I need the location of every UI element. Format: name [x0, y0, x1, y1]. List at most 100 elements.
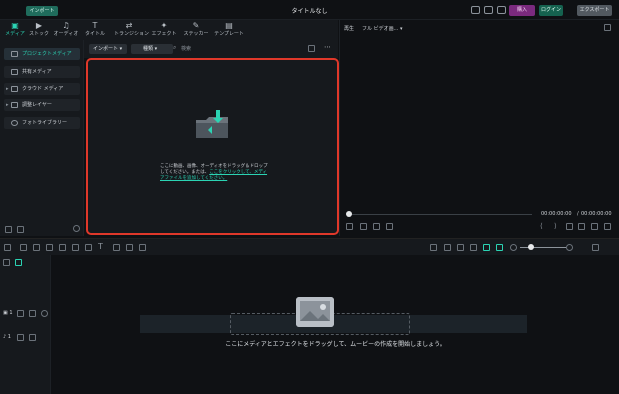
folder-icon — [11, 51, 18, 57]
video-track-label: ▣ 1 — [3, 310, 13, 316]
search-input[interactable]: 検索 — [181, 45, 191, 52]
image-placeholder-icon — [296, 297, 334, 327]
crop-icon[interactable] — [72, 244, 79, 251]
search-icon: ⌕ — [173, 44, 177, 51]
filter-dropdown[interactable]: 種類 ▾ — [131, 44, 173, 54]
zoom-slider-knob[interactable] — [528, 244, 534, 250]
folder-icon — [11, 86, 18, 92]
mark-in-icon[interactable]: ⟨ — [540, 222, 543, 230]
sidebar-item-shared-media[interactable]: 共有メディア — [4, 66, 80, 78]
grid-icon[interactable] — [497, 6, 506, 14]
mark-out-icon[interactable]: ⟩ — [554, 222, 557, 230]
layout-grid-icon[interactable] — [4, 244, 11, 251]
more-icon[interactable]: ⋯ — [324, 43, 331, 51]
filter-icon[interactable] — [308, 45, 315, 52]
tab-title[interactable]: T タイトル — [81, 20, 109, 40]
ripple-icon[interactable] — [496, 244, 503, 251]
audio-adjust-icon[interactable] — [139, 244, 146, 251]
tab-sticker[interactable]: ✎ ステッカー — [182, 20, 210, 40]
flower-icon — [11, 120, 18, 126]
timeline-toolbar: T — [0, 238, 619, 255]
record-icon[interactable] — [430, 244, 437, 251]
folder-icon[interactable] — [17, 226, 24, 233]
media-toolbar: ▣ メディア ▶ ストック ♫ オーディオ T タイトル ⇄ トランジション ✦… — [0, 20, 338, 40]
zoom-out-icon[interactable] — [510, 244, 517, 251]
playback-scrubber[interactable] — [348, 214, 532, 215]
sidebar-item-photo-library[interactable]: フォトライブラリー — [4, 117, 80, 129]
adjust-icon[interactable] — [113, 244, 120, 251]
folder-icon — [11, 69, 18, 75]
layout-icon[interactable] — [471, 6, 480, 14]
eye-icon[interactable] — [41, 310, 48, 317]
drop-instructions: ここに動画、画像、オーディオをドラッグ＆ドロップしてください。または、ここをクリ… — [160, 164, 268, 181]
purchase-button[interactable]: 購入 — [509, 5, 535, 16]
volume-icon[interactable] — [29, 334, 36, 341]
prev-frame-icon[interactable] — [346, 223, 353, 230]
preview-label: 再生 — [344, 26, 355, 32]
folder-icon — [11, 102, 18, 108]
color-icon[interactable] — [126, 244, 133, 251]
delete-icon[interactable] — [46, 244, 53, 251]
lock-icon[interactable] — [17, 334, 24, 341]
stock-icon: ▶ — [35, 21, 43, 30]
tab-template[interactable]: ▤ テンプレート — [214, 20, 244, 40]
title-bar: インポート タイトルなし 購入 ログイン エクスポート — [0, 0, 619, 20]
tab-stock[interactable]: ▶ ストック — [25, 20, 53, 40]
export-button[interactable]: エクスポート — [577, 5, 612, 16]
lock-icon[interactable] — [17, 310, 24, 317]
tab-transition[interactable]: ⇄ トランジション — [114, 20, 149, 40]
panel-layout-icon[interactable] — [592, 244, 599, 251]
sticker-icon: ✎ — [192, 21, 200, 30]
total-time: 00:00:00:00 — [581, 211, 612, 217]
stop-icon[interactable] — [373, 223, 380, 230]
media-header: インポート ▾ 種類 ▾ ⌕ 検索 ⋯ — [84, 40, 338, 58]
display-icon[interactable] — [566, 223, 573, 230]
audio-icon: ♫ — [62, 21, 70, 30]
preview-panel: 再生 フル ビデオ画... ▾ 00:00:00:00 / 00:00:00:0… — [339, 20, 619, 236]
shield-icon[interactable] — [444, 244, 451, 251]
collapse-icon[interactable] — [73, 225, 80, 232]
zoom-slider[interactable] — [520, 247, 566, 248]
tab-audio[interactable]: ♫ オーディオ — [52, 20, 80, 40]
tab-effect[interactable]: ✦ エフェクト — [150, 20, 178, 40]
link-icon[interactable] — [15, 259, 22, 266]
chevron-right-icon: ▸ — [6, 86, 9, 92]
time-separator: / — [577, 211, 579, 217]
import-dropdown[interactable]: インポート ▾ — [89, 44, 127, 54]
undo-icon[interactable] — [20, 244, 27, 251]
camera-icon[interactable] — [578, 223, 585, 230]
add-track-icon[interactable] — [3, 259, 10, 266]
play-icon[interactable] — [360, 223, 367, 230]
login-button[interactable]: ログイン — [539, 5, 563, 16]
sidebar-item-cloud-media[interactable]: ▸ クラウド メディア — [4, 83, 80, 95]
quality-dropdown[interactable]: フル ビデオ画... ▾ — [362, 24, 408, 34]
speed-icon[interactable] — [85, 244, 92, 251]
microphone-icon[interactable] — [457, 244, 464, 251]
split-icon[interactable] — [59, 244, 66, 251]
volume-icon[interactable] — [29, 310, 36, 317]
snapshot-icon[interactable] — [604, 24, 611, 31]
timeline-hint: ここにメディアとエフェクトをドラッグして、ムービーの作成を開始しましょう。 — [225, 341, 446, 348]
media-drop-area[interactable]: ここに動画、画像、オーディオをドラッグ＆ドロップしてください。または、ここをクリ… — [86, 58, 339, 235]
sidebar-item-adjustment-layer[interactable]: ▸ 調整レイヤー — [4, 99, 80, 111]
folder-import-icon — [196, 110, 228, 138]
snap-icon[interactable] — [483, 244, 490, 251]
effect-icon: ✦ — [160, 21, 168, 30]
sidebar-item-project-media[interactable]: プロジェクトメディア — [4, 48, 80, 60]
list-icon[interactable] — [470, 244, 477, 251]
transition-icon: ⇄ — [125, 21, 133, 30]
next-frame-icon[interactable] — [386, 223, 393, 230]
timeline-area[interactable]: ここにメディアとエフェクトをドラッグして、ムービーの作成を開始しましょう。 — [52, 255, 619, 394]
track-headers: ▣ 1 ♪ 1 — [0, 255, 51, 394]
template-icon: ▤ — [225, 21, 233, 30]
new-folder-icon[interactable] — [5, 226, 12, 233]
chevron-right-icon: ▸ — [6, 102, 9, 108]
redo-icon[interactable] — [33, 244, 40, 251]
cloud-icon[interactable] — [484, 6, 493, 14]
text-icon[interactable]: T — [98, 242, 103, 251]
volume-icon[interactable] — [591, 223, 598, 230]
zoom-in-icon[interactable] — [566, 244, 573, 251]
audio-track-label: ♪ 1 — [3, 334, 11, 340]
fullscreen-icon[interactable] — [604, 223, 611, 230]
playhead-knob[interactable] — [346, 211, 352, 217]
